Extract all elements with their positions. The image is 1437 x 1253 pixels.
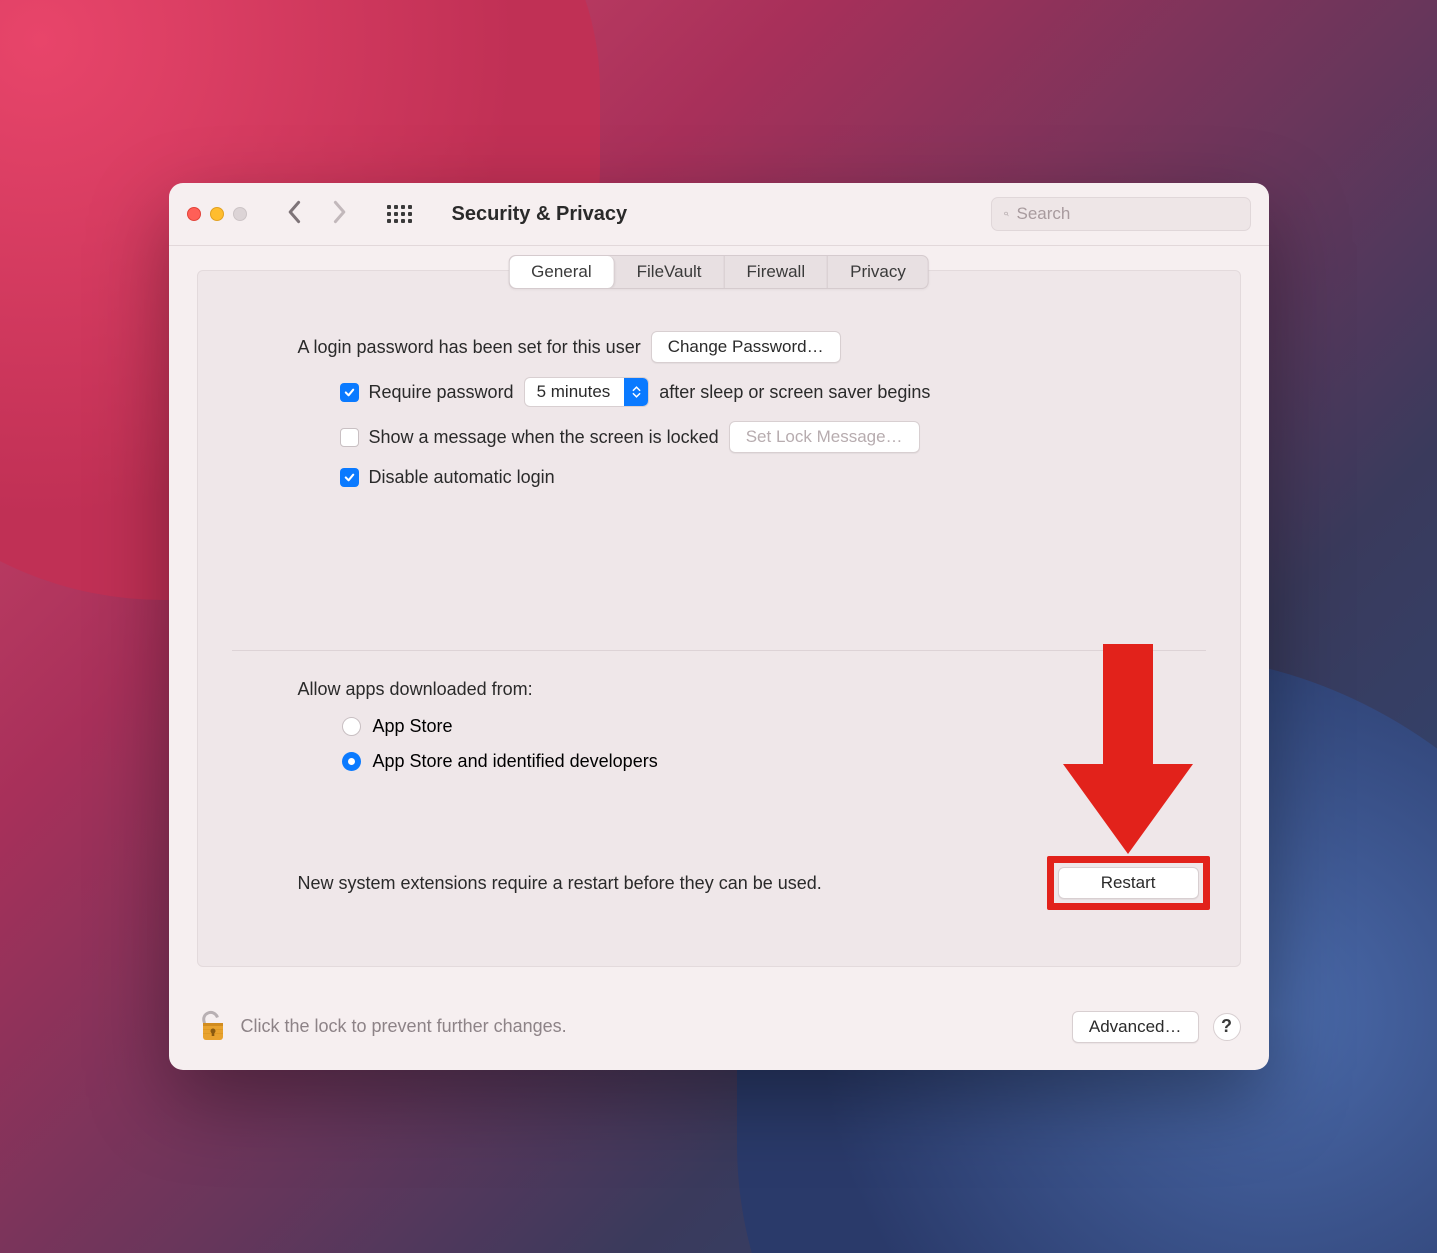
back-button[interactable] xyxy=(287,200,303,229)
tab-general[interactable]: General xyxy=(509,256,614,288)
annotation-highlight-box: Restart xyxy=(1047,856,1210,910)
require-password-checkbox[interactable] xyxy=(340,383,359,402)
zoom-window-button xyxy=(233,207,247,221)
change-password-button[interactable]: Change Password… xyxy=(651,331,841,363)
search-input[interactable] xyxy=(1017,204,1238,224)
checkmark-icon xyxy=(343,471,356,484)
titlebar: Security & Privacy xyxy=(169,183,1269,246)
window-title: Security & Privacy xyxy=(452,203,628,226)
disable-auto-login-label: Disable automatic login xyxy=(369,467,555,488)
forward-button[interactable] xyxy=(331,200,347,229)
content-area: General FileVault Firewall Privacy A log… xyxy=(169,246,1269,985)
require-password-delay-value: 5 minutes xyxy=(525,382,625,402)
footer: Click the lock to prevent further change… xyxy=(169,985,1269,1070)
arrow-down-icon xyxy=(1063,644,1193,864)
tab-firewall[interactable]: Firewall xyxy=(725,256,829,288)
lock-hint-text: Click the lock to prevent further change… xyxy=(241,1016,567,1037)
navigation-arrows xyxy=(287,200,347,229)
set-lock-message-button: Set Lock Message… xyxy=(729,421,920,453)
search-field[interactable] xyxy=(991,197,1251,231)
window-controls xyxy=(187,207,247,221)
radio-identified-developers-label: App Store and identified developers xyxy=(373,751,658,772)
require-password-delay-select[interactable]: 5 minutes xyxy=(524,377,650,407)
lock-button[interactable] xyxy=(197,1005,227,1048)
close-window-button[interactable] xyxy=(187,207,201,221)
settings-panel: General FileVault Firewall Privacy A log… xyxy=(197,270,1241,967)
require-password-suffix: after sleep or screen saver begins xyxy=(659,382,930,403)
restart-button[interactable]: Restart xyxy=(1058,867,1199,899)
minimize-window-button[interactable] xyxy=(210,207,224,221)
tab-privacy[interactable]: Privacy xyxy=(828,256,928,288)
radio-app-store-label: App Store xyxy=(373,716,453,737)
annotation-arrow xyxy=(1063,644,1193,864)
show-lock-message-label: Show a message when the screen is locked xyxy=(369,427,719,448)
radio-identified-developers[interactable] xyxy=(342,752,361,771)
help-button[interactable]: ? xyxy=(1213,1013,1241,1041)
radio-app-store[interactable] xyxy=(342,717,361,736)
chevron-left-icon xyxy=(287,200,303,224)
chevron-right-icon xyxy=(331,200,347,224)
show-all-button[interactable] xyxy=(387,205,412,223)
tab-filevault[interactable]: FileVault xyxy=(615,256,725,288)
extensions-section: New system extensions require a restart … xyxy=(198,806,1240,910)
unlocked-padlock-icon xyxy=(197,1005,227,1043)
extensions-restart-message: New system extensions require a restart … xyxy=(298,873,822,894)
show-lock-message-checkbox[interactable] xyxy=(340,428,359,447)
select-stepper-icon xyxy=(624,378,648,406)
advanced-button[interactable]: Advanced… xyxy=(1072,1011,1199,1043)
checkmark-icon xyxy=(343,386,356,399)
tab-bar: General FileVault Firewall Privacy xyxy=(508,255,929,289)
require-password-label: Require password xyxy=(369,382,514,403)
gatekeeper-heading: Allow apps downloaded from: xyxy=(298,679,1140,700)
login-password-status-text: A login password has been set for this u… xyxy=(298,337,641,358)
search-icon xyxy=(1004,205,1009,223)
system-preferences-window: Security & Privacy General FileVault Fir… xyxy=(169,183,1269,1070)
login-settings-section: A login password has been set for this u… xyxy=(198,271,1240,530)
disable-auto-login-checkbox[interactable] xyxy=(340,468,359,487)
